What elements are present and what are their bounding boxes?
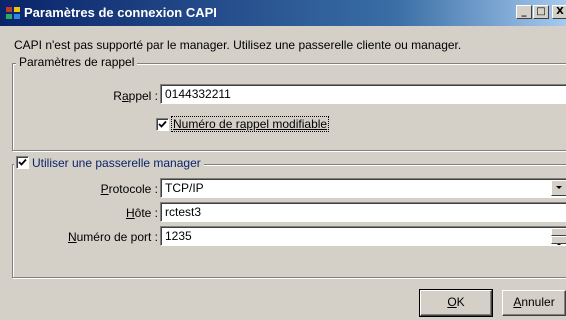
port-label: Numéro de port : bbox=[67, 230, 158, 244]
callback-group bbox=[12, 63, 566, 151]
protocol-select[interactable]: TCP/IP bbox=[160, 178, 566, 198]
close-button[interactable]: X bbox=[552, 5, 566, 19]
cancel-button[interactable]: Annuler bbox=[502, 290, 566, 316]
gateway-enabled-label[interactable]: Utiliser une passerelle manager bbox=[32, 156, 201, 170]
protocol-select-value: TCP/IP bbox=[165, 181, 204, 195]
gateway-group-legend: Utiliser une passerelle manager bbox=[14, 156, 204, 170]
spin-up-button[interactable] bbox=[551, 228, 566, 238]
callback-modifiable-checkbox[interactable] bbox=[156, 118, 169, 131]
port-stepper[interactable]: 1235 bbox=[160, 226, 566, 246]
callback-modifiable-label[interactable]: Numéro de rappel modifiable bbox=[170, 116, 330, 132]
arrow-down-icon bbox=[557, 244, 561, 245]
minimize-button[interactable]: _ bbox=[516, 5, 532, 19]
port-value: 1235 bbox=[165, 229, 192, 243]
checkmark-icon bbox=[158, 120, 167, 128]
info-message: CAPI n'est pas supporté par le manager. … bbox=[14, 38, 462, 52]
checkmark-icon bbox=[18, 158, 27, 166]
callback-label: Rappel : bbox=[113, 89, 158, 103]
window-title: Paramètres de connexion CAPI bbox=[24, 5, 217, 20]
host-label: Hôte : bbox=[125, 206, 158, 220]
ok-button[interactable]: OK bbox=[419, 289, 493, 317]
spin-down-button[interactable] bbox=[551, 236, 566, 245]
chevron-down-icon bbox=[556, 186, 562, 189]
dropdown-button[interactable] bbox=[551, 180, 566, 196]
gateway-enabled-checkbox[interactable] bbox=[16, 156, 29, 169]
protocol-label: Protocole : bbox=[100, 182, 158, 196]
app-icon bbox=[5, 5, 21, 21]
host-input[interactable]: rctest3 bbox=[160, 202, 566, 222]
title-bar[interactable]: Paramètres de connexion CAPI _ □ X bbox=[0, 0, 566, 26]
callback-group-legend: Paramètres de rappel bbox=[16, 55, 138, 69]
maximize-button[interactable]: □ bbox=[533, 5, 549, 19]
callback-number-input[interactable]: 0144332211 bbox=[160, 84, 566, 104]
port-spin-buttons[interactable] bbox=[551, 228, 566, 245]
